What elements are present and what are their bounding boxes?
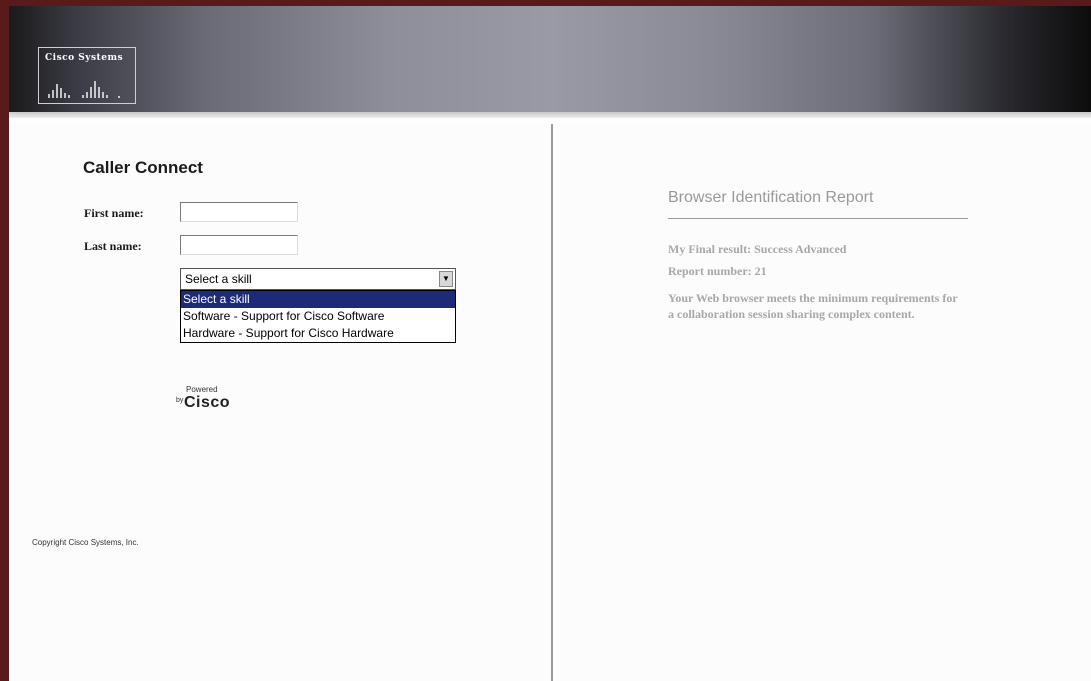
- skill-select[interactable]: Select a skill ▼: [180, 268, 456, 290]
- final-result: My Final result: Success Advanced: [668, 242, 847, 256]
- powered-by-label: by: [176, 397, 184, 404]
- skill-dropdown-list: Select a skill Software - Support for Ci…: [180, 290, 456, 343]
- logo-text: Cisco Systems: [45, 53, 124, 63]
- dropdown-arrow-icon[interactable]: ▼: [439, 271, 453, 287]
- powered-brand: Cisco: [184, 394, 231, 411]
- copyright-text: Copyright Cisco Systems, Inc.: [32, 538, 139, 547]
- report-message: Your Web browser meets the minimum requi…: [668, 291, 958, 321]
- report-divider: [668, 218, 968, 219]
- powered-label: Powered: [186, 385, 218, 394]
- cisco-logo: Cisco Systems: [38, 47, 136, 104]
- report-title: Browser Identification Report: [668, 189, 874, 206]
- first-name-field[interactable]: [180, 202, 298, 222]
- browser-report-pane: Browser Identification Report My Final r…: [556, 124, 1091, 681]
- page-title: Caller Connect: [83, 158, 203, 177]
- bridge-icon: [48, 81, 120, 98]
- first-name-label: First name:: [84, 206, 144, 220]
- last-name-label: Last name:: [84, 239, 142, 253]
- skill-select-value: Select a skill: [185, 272, 252, 286]
- report-number: Report number: 21: [668, 264, 767, 278]
- caller-connect-pane: Caller Connect First name: Last name: Se…: [9, 124, 553, 681]
- skill-option-select[interactable]: Select a skill: [181, 291, 455, 308]
- skill-option-software[interactable]: Software - Support for Cisco Software: [181, 308, 455, 325]
- last-name-field[interactable]: [180, 235, 298, 255]
- skill-option-hardware[interactable]: Hardware - Support for Cisco Hardware: [181, 325, 455, 342]
- header-banner: Cisco Systems: [9, 6, 1091, 118]
